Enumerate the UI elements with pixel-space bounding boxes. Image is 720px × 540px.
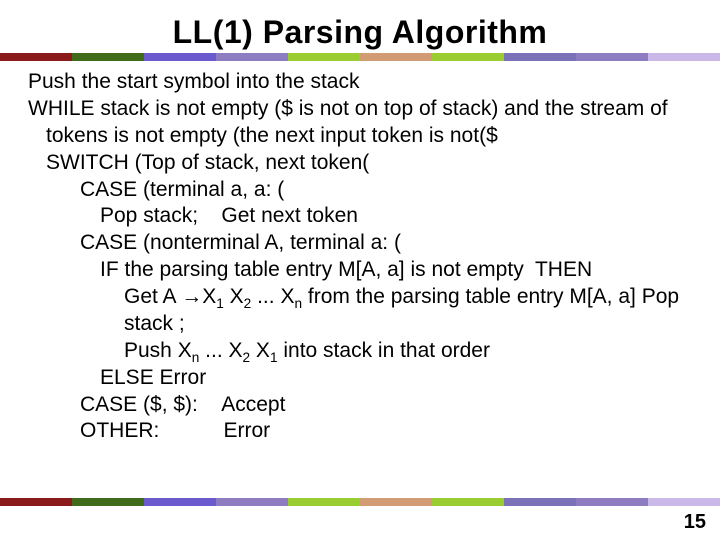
algo-line: Push Xn ... X2 X1 into stack in that ord… (28, 338, 692, 365)
slide-title: LL(1) Parsing Algorithm (0, 0, 720, 51)
algo-line: CASE ($, $): Accept (28, 392, 692, 419)
algo-line: Get A →X1 X2 ... Xn from the parsing tab… (28, 284, 692, 338)
divider-bottom (0, 498, 720, 506)
algo-line: WHILE stack is not empty ($ is not on to… (28, 96, 692, 150)
slide-body: Push the start symbol into the stack WHI… (0, 61, 720, 445)
algo-line: OTHER: Error (28, 418, 692, 445)
page-number: 15 (684, 511, 706, 534)
algo-line: IF the parsing table entry M[A, a] is no… (28, 257, 692, 284)
divider-top (0, 53, 720, 61)
algo-line: ELSE Error (28, 365, 692, 392)
arrow-icon: → (181, 285, 202, 308)
algo-line: Push the start symbol into the stack (28, 69, 692, 96)
algo-line: SWITCH (Top of stack, next token( (28, 150, 692, 177)
slide: LL(1) Parsing Algorithm Push the start s… (0, 0, 720, 540)
algo-line: CASE (terminal a, a: ( (28, 177, 692, 204)
algo-line: CASE (nonterminal A, terminal a: ( (28, 230, 692, 257)
algo-line: Pop stack; Get next token (28, 203, 692, 230)
